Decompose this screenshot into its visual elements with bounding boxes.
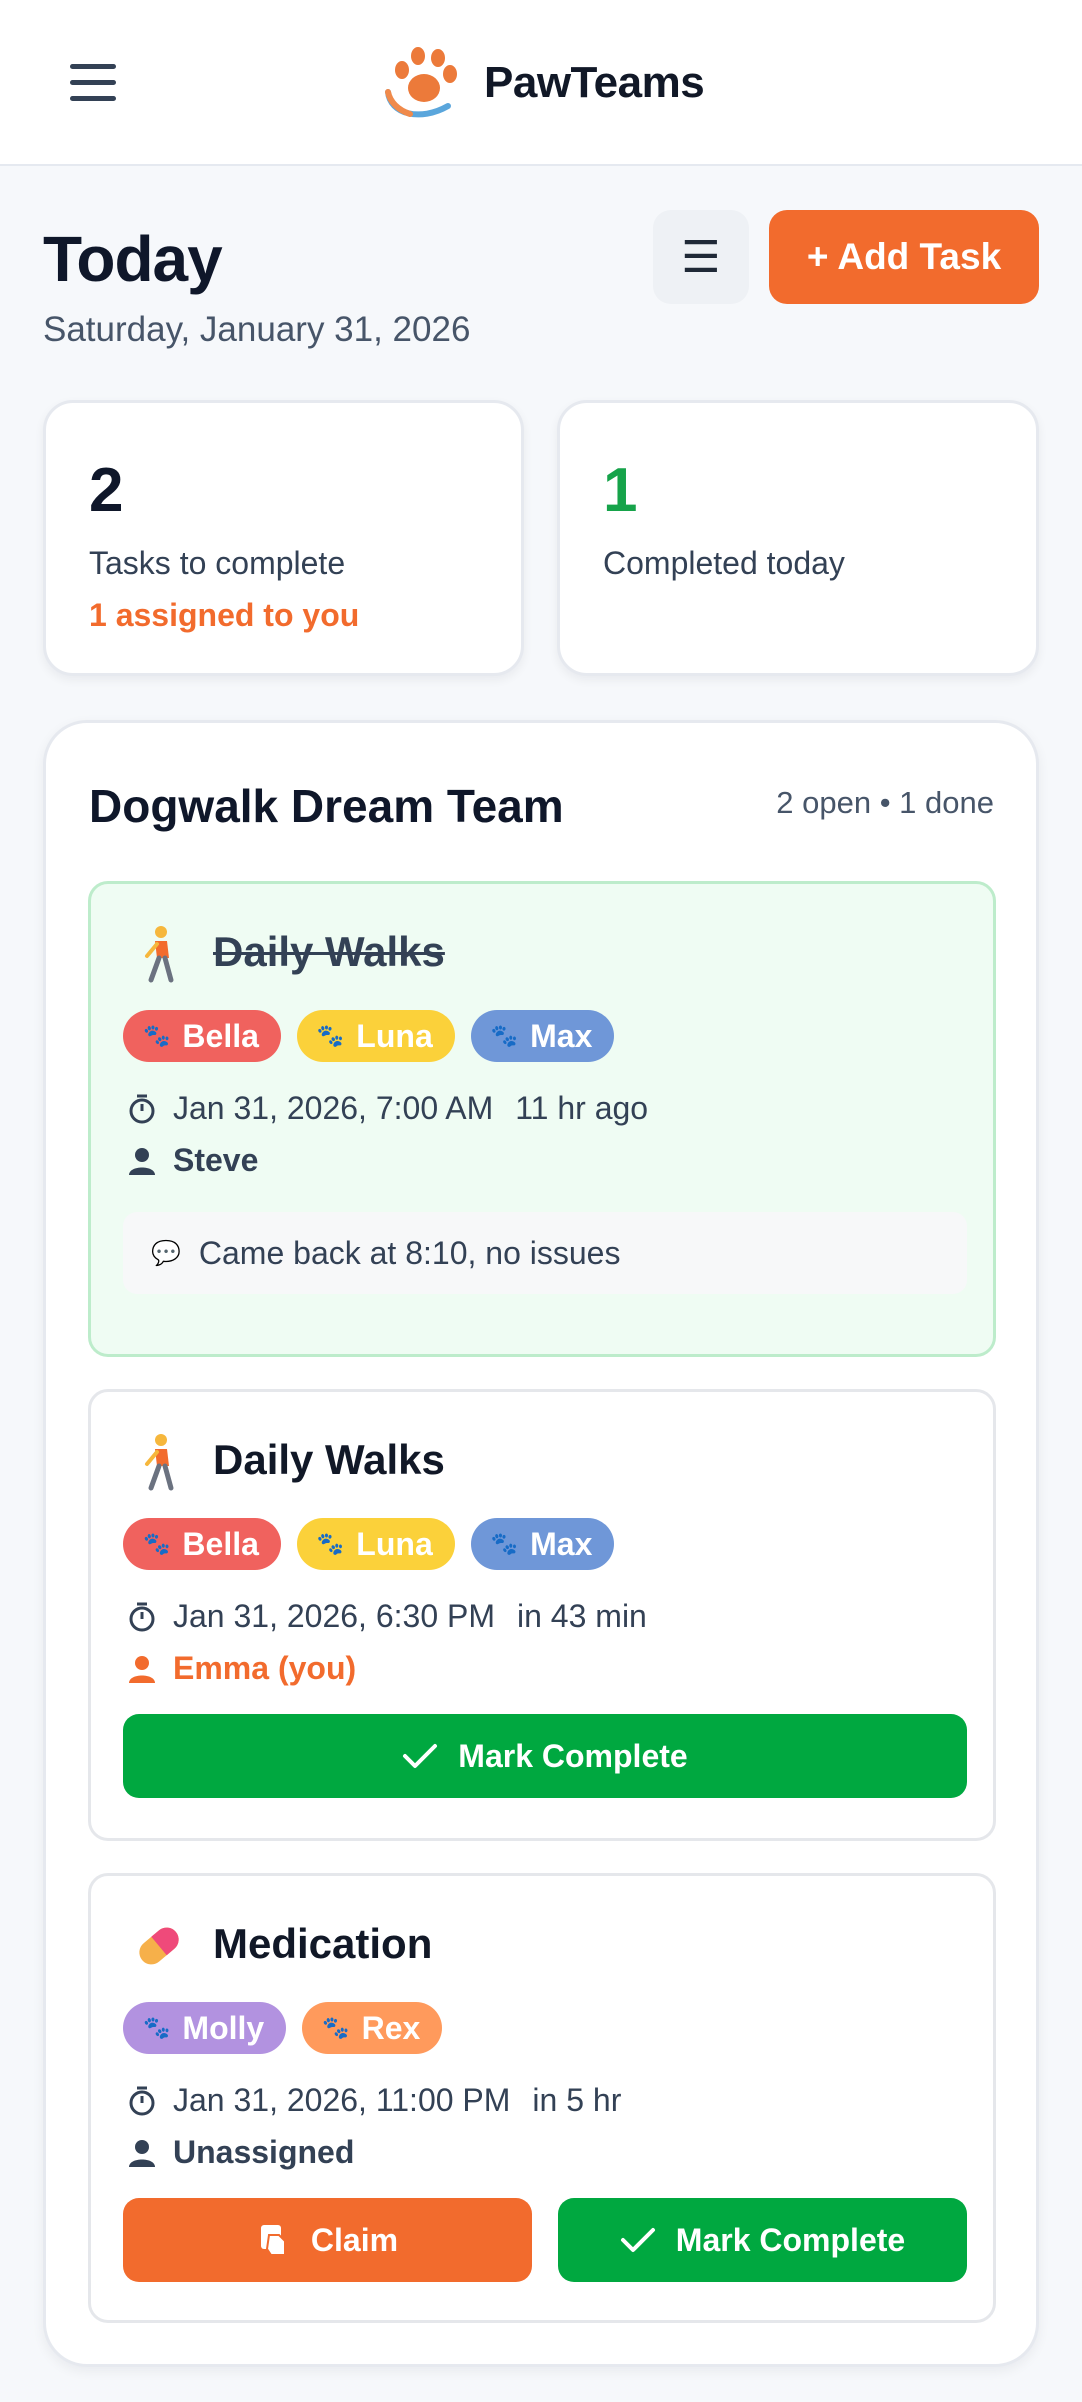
person-walking-icon	[145, 926, 174, 983]
task-assignee-row: Steve	[125, 1142, 258, 1179]
stat-value: 2	[89, 456, 124, 525]
task-time-row: Jan 31, 2026, 11:00 PM in 5 hr	[125, 2082, 621, 2119]
paw-icon: 🐾	[322, 2015, 350, 2040]
stat-label: Completed today	[603, 545, 845, 581]
task-note-text: Came back at 8:10, no issues	[198, 1234, 621, 1271]
user-icon	[125, 2136, 159, 2170]
mark-complete-button[interactable]: Mark Complete	[123, 1714, 967, 1798]
pet-chips: 🐾 Molly 🐾 Rex	[123, 2002, 443, 2054]
app-name: PawTeams	[484, 58, 705, 107]
mark-complete-button[interactable]: Mark Complete	[558, 2198, 967, 2282]
paw-icon: 🐾	[316, 1531, 345, 1556]
claim-label: Claim	[310, 2221, 399, 2258]
task-relative-time: in 5 hr	[532, 2082, 622, 2118]
task-time: Jan 31, 2026, 11:00 PM	[173, 2082, 511, 2118]
task-title: Medication	[213, 1920, 433, 1967]
stat-card-completed: 1 Completed today	[557, 400, 1039, 676]
paw-icon: 🐾	[490, 1531, 519, 1556]
team-name: Dogwalk Dream Team	[89, 780, 564, 832]
task-card[interactable]: Daily Walks 🐾 Bella 🐾 Luna 🐾 Max Jan 31, 20…	[88, 1389, 996, 1841]
page-title: Today	[43, 223, 223, 295]
pet-name: Luna	[356, 1525, 433, 1562]
task-time-row: Jan 31, 2026, 7:00 AM 11 hr ago	[125, 1090, 648, 1127]
pet-chip-max[interactable]: 🐾 Max	[470, 1518, 615, 1570]
task-time: Jan 31, 2026, 7:00 AM	[173, 1090, 494, 1126]
task-title: Daily Walks	[213, 928, 445, 975]
pet-name: Max	[530, 1525, 593, 1562]
team-panel: Dogwalk Dream Team 2 open • 1 done Daily…	[43, 720, 1039, 2367]
pet-name: Luna	[356, 1017, 433, 1054]
task-relative-time: in 43 min	[517, 1598, 647, 1634]
pet-chip-luna[interactable]: 🐾 Luna	[296, 1010, 455, 1062]
paw-icon: 🐾	[316, 1023, 345, 1048]
pet-chip-rex[interactable]: 🐾 Rex	[302, 2002, 443, 2054]
task-assignee-row: Emma (you)	[125, 1650, 356, 1687]
task-card-done[interactable]: Daily Walks 🐾 Bella 🐾 Luna 🐾 Max Jan 31, 20…	[88, 881, 996, 1357]
pet-chips: 🐾 Bella 🐾 Luna 🐾 Max	[123, 1518, 615, 1570]
pet-name: Max	[530, 1017, 593, 1054]
checkmark-icon	[620, 2226, 656, 2254]
pet-chip-luna[interactable]: 🐾 Luna	[296, 1518, 455, 1570]
pet-chip-max[interactable]: 🐾 Max	[470, 1010, 615, 1062]
user-icon	[125, 1652, 159, 1686]
stat-value: 1	[603, 456, 638, 525]
add-task-button[interactable]: + Add Task	[769, 210, 1039, 304]
task-title: Daily Walks	[213, 1436, 445, 1483]
hamburger-menu-icon[interactable]	[62, 58, 124, 106]
assigned-to-you-count[interactable]: 1 assigned to you	[89, 597, 359, 634]
paw-icon: 🐾	[143, 1531, 171, 1556]
hand-claim-icon	[257, 2221, 291, 2259]
stat-card-to-complete: 2 Tasks to complete 1 assigned to you	[43, 400, 524, 676]
paw-icon: 🐾	[143, 1023, 171, 1048]
task-assignee: Steve	[173, 1142, 259, 1178]
stopwatch-icon	[125, 2084, 159, 2118]
pet-chip-molly[interactable]: 🐾 Molly	[123, 2002, 287, 2054]
pet-name: Molly	[182, 2009, 265, 2046]
task-assignee-row: Unassigned	[125, 2134, 354, 2171]
list-view-button[interactable]: ☰	[653, 210, 749, 304]
task-card[interactable]: Medication 🐾 Molly 🐾 Rex Jan 31, 2026, 11:…	[88, 1873, 996, 2323]
task-time-row: Jan 31, 2026, 6:30 PM in 43 min	[125, 1598, 647, 1635]
task-assignee: Unassigned	[173, 2134, 355, 2170]
pet-chips: 🐾 Bella 🐾 Luna 🐾 Max	[123, 1010, 615, 1062]
pet-name: Bella	[182, 1525, 259, 1562]
pet-name: Rex	[361, 2009, 421, 2046]
stopwatch-icon	[125, 1600, 159, 1634]
pet-chip-bella[interactable]: 🐾 Bella	[123, 1010, 281, 1062]
speech-bubble-icon: 💬	[151, 1239, 181, 1267]
mark-complete-label: Mark Complete	[675, 2221, 906, 2258]
paw-icon: 🐾	[143, 2015, 171, 2040]
pet-name: Bella	[182, 1017, 259, 1054]
task-relative-time: 11 hr ago	[515, 1090, 649, 1126]
list-icon: ☰	[681, 232, 721, 282]
paw-logo-icon	[385, 47, 457, 118]
checkmark-icon	[402, 1742, 438, 1770]
paw-icon: 🐾	[490, 1023, 519, 1048]
task-assignee: Emma (you)	[173, 1650, 357, 1686]
pill-icon	[139, 1927, 179, 1965]
mark-complete-label: Mark Complete	[458, 1737, 688, 1774]
task-note: 💬 Came back at 8:10, no issues	[123, 1212, 967, 1294]
stopwatch-icon	[125, 1092, 159, 1126]
pet-chip-bella[interactable]: 🐾 Bella	[123, 1518, 281, 1570]
user-icon	[125, 1144, 159, 1178]
person-walking-icon	[145, 1434, 174, 1491]
top-app-bar: PawTeams	[0, 0, 1082, 166]
team-summary: 2 open • 1 done	[776, 785, 994, 820]
page-date: Saturday, January 31, 2026	[43, 310, 471, 349]
app-logo: PawTeams	[380, 40, 705, 126]
claim-button[interactable]: Claim	[123, 2198, 532, 2282]
task-time: Jan 31, 2026, 6:30 PM	[173, 1598, 495, 1634]
stat-label: Tasks to complete	[89, 545, 346, 581]
